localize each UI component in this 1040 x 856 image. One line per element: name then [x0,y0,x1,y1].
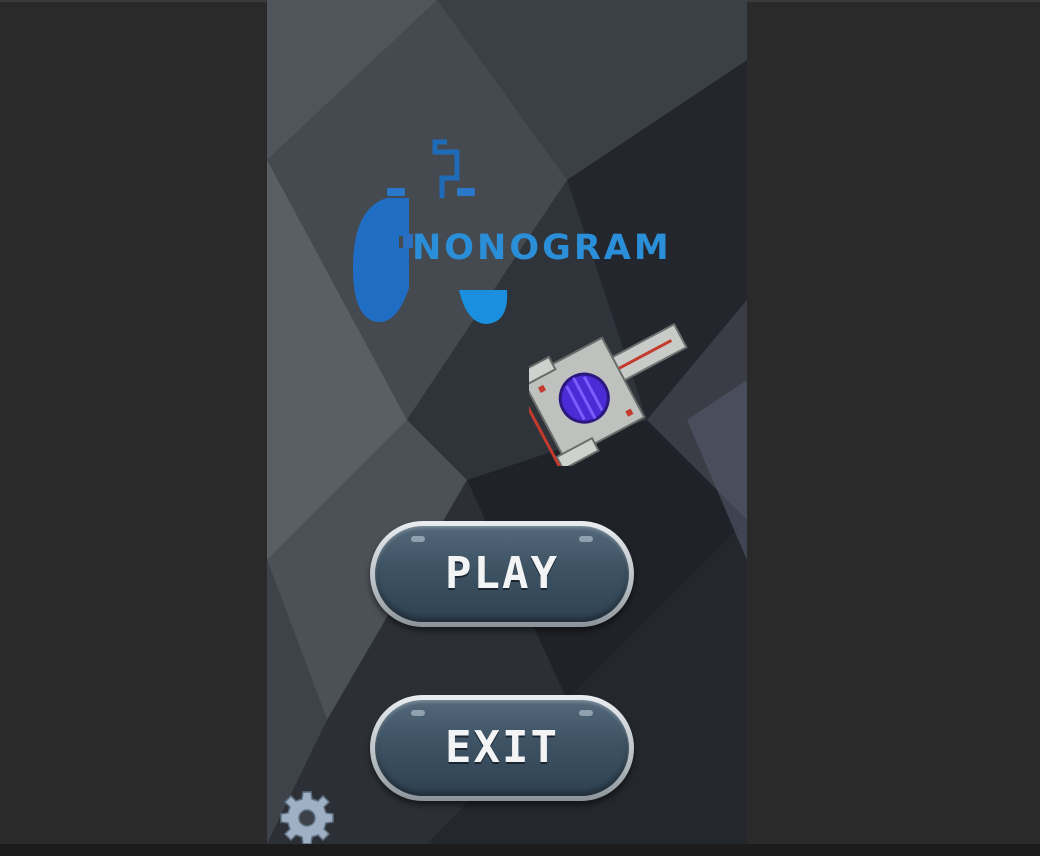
button-highlight [411,536,425,542]
button-highlight [411,710,425,716]
exit-button[interactable]: EXIT [370,695,634,801]
button-highlight [579,710,593,716]
play-button-label: PLAY [445,548,559,599]
spaceship-icon [529,322,688,466]
exit-button-label: EXIT [445,722,559,773]
window-bottom-bar [0,844,1040,856]
gear-icon[interactable] [277,788,337,844]
play-button-face: PLAY [375,526,629,622]
game-title-logo: NONOGRAM [412,228,672,268]
button-highlight [579,536,593,542]
exit-button-face: EXIT [375,700,629,796]
game-viewport: NONOGRAM PLAY EXIT [267,0,747,844]
play-button[interactable]: PLAY [370,521,634,627]
